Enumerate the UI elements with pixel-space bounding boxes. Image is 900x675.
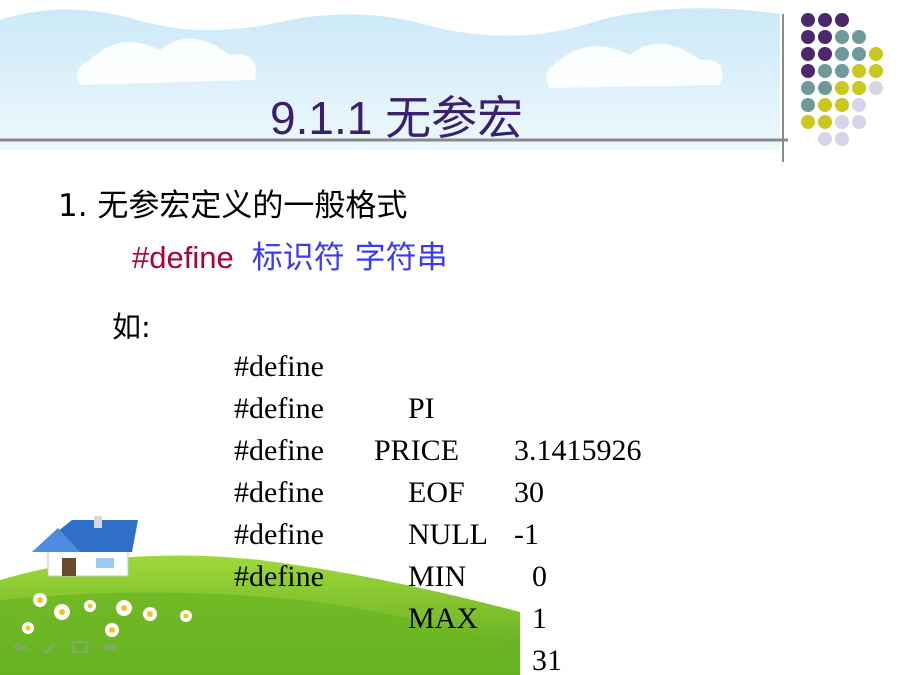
define-row: #define PI 3.1415926	[0, 304, 900, 467]
define-value: 1	[532, 602, 547, 635]
define-value: 0	[532, 560, 547, 593]
slide-title: 9.1.1 无参宏	[270, 92, 524, 144]
slide: 9.1.1 无参宏 1. 无参宏定义的一般格式 #define 标识符 字符串 如…	[0, 0, 900, 675]
nav-next-button[interactable]	[100, 638, 120, 656]
nav-menu-icon	[72, 641, 88, 653]
nav-menu-button[interactable]	[70, 638, 90, 656]
define-row: #define PRICE 30	[0, 346, 900, 509]
syntax-keyword: #define	[132, 240, 234, 275]
nav-next-icon	[103, 642, 117, 652]
define-name: MIN	[408, 560, 467, 593]
nav-pen-button[interactable]	[40, 638, 60, 656]
define-row: #define NULL 0	[0, 430, 900, 593]
syntax-rest: 标识符 字符串	[251, 240, 448, 276]
nav-prev-button[interactable]	[10, 638, 30, 656]
define-value: 31	[532, 644, 562, 675]
define-directive: #define	[234, 560, 324, 593]
section-heading: 1. 无参宏定义的一般格式	[58, 188, 408, 224]
slide-nav-bar	[10, 638, 120, 656]
nav-pen-icon	[44, 642, 56, 654]
define-row: #define MAX 31	[0, 514, 900, 675]
dot-grid-decoration	[801, 13, 883, 146]
define-list: #define PI 3.1415926 #define PRICE 30 #d…	[0, 304, 900, 675]
define-row: #define MIN 1	[0, 472, 900, 635]
nav-prev-icon	[13, 642, 27, 652]
syntax-line: #define 标识符 字符串	[132, 232, 448, 277]
define-row: #define EOF -1	[0, 388, 900, 551]
define-name: MAX	[408, 602, 479, 635]
